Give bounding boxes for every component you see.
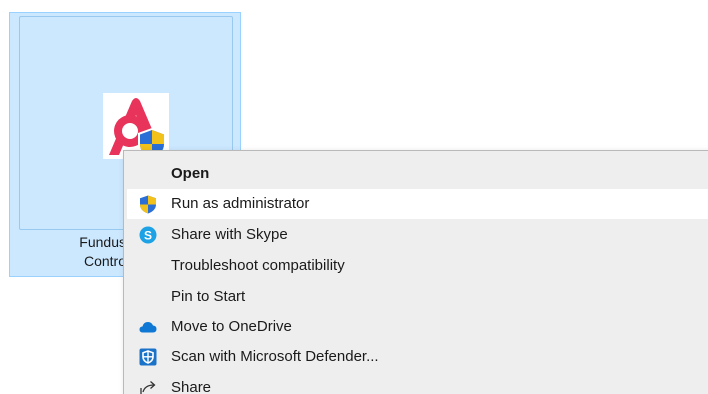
menu-item-run-as-administrator[interactable]: Run as administrator <box>127 189 708 219</box>
menu-item-share-with-skype[interactable]: S Share with Skype <box>127 220 708 250</box>
skype-icon: S <box>139 226 157 244</box>
menu-item-pin-to-start[interactable]: Pin to Start <box>127 282 708 312</box>
file-name-label: Fundus Contro <box>79 234 126 269</box>
uac-shield-icon <box>139 195 157 213</box>
onedrive-cloud-icon <box>139 318 157 336</box>
menu-item-troubleshoot-compatibility[interactable]: Troubleshoot compatibility <box>127 251 708 281</box>
menu-item-share[interactable]: Share <box>127 373 708 394</box>
explorer-view: Fundus Contro Open Run as administrator <box>0 0 708 394</box>
svg-text:S: S <box>144 229 152 243</box>
menu-item-open[interactable]: Open <box>127 159 708 189</box>
menu-item-scan-with-defender[interactable]: Scan with Microsoft Defender... <box>127 342 708 372</box>
defender-shield-icon <box>139 348 157 366</box>
share-icon <box>139 379 157 394</box>
menu-item-move-to-onedrive[interactable]: Move to OneDrive <box>127 312 708 342</box>
context-menu: Open Run as administrator S Share with S… <box>123 150 708 394</box>
